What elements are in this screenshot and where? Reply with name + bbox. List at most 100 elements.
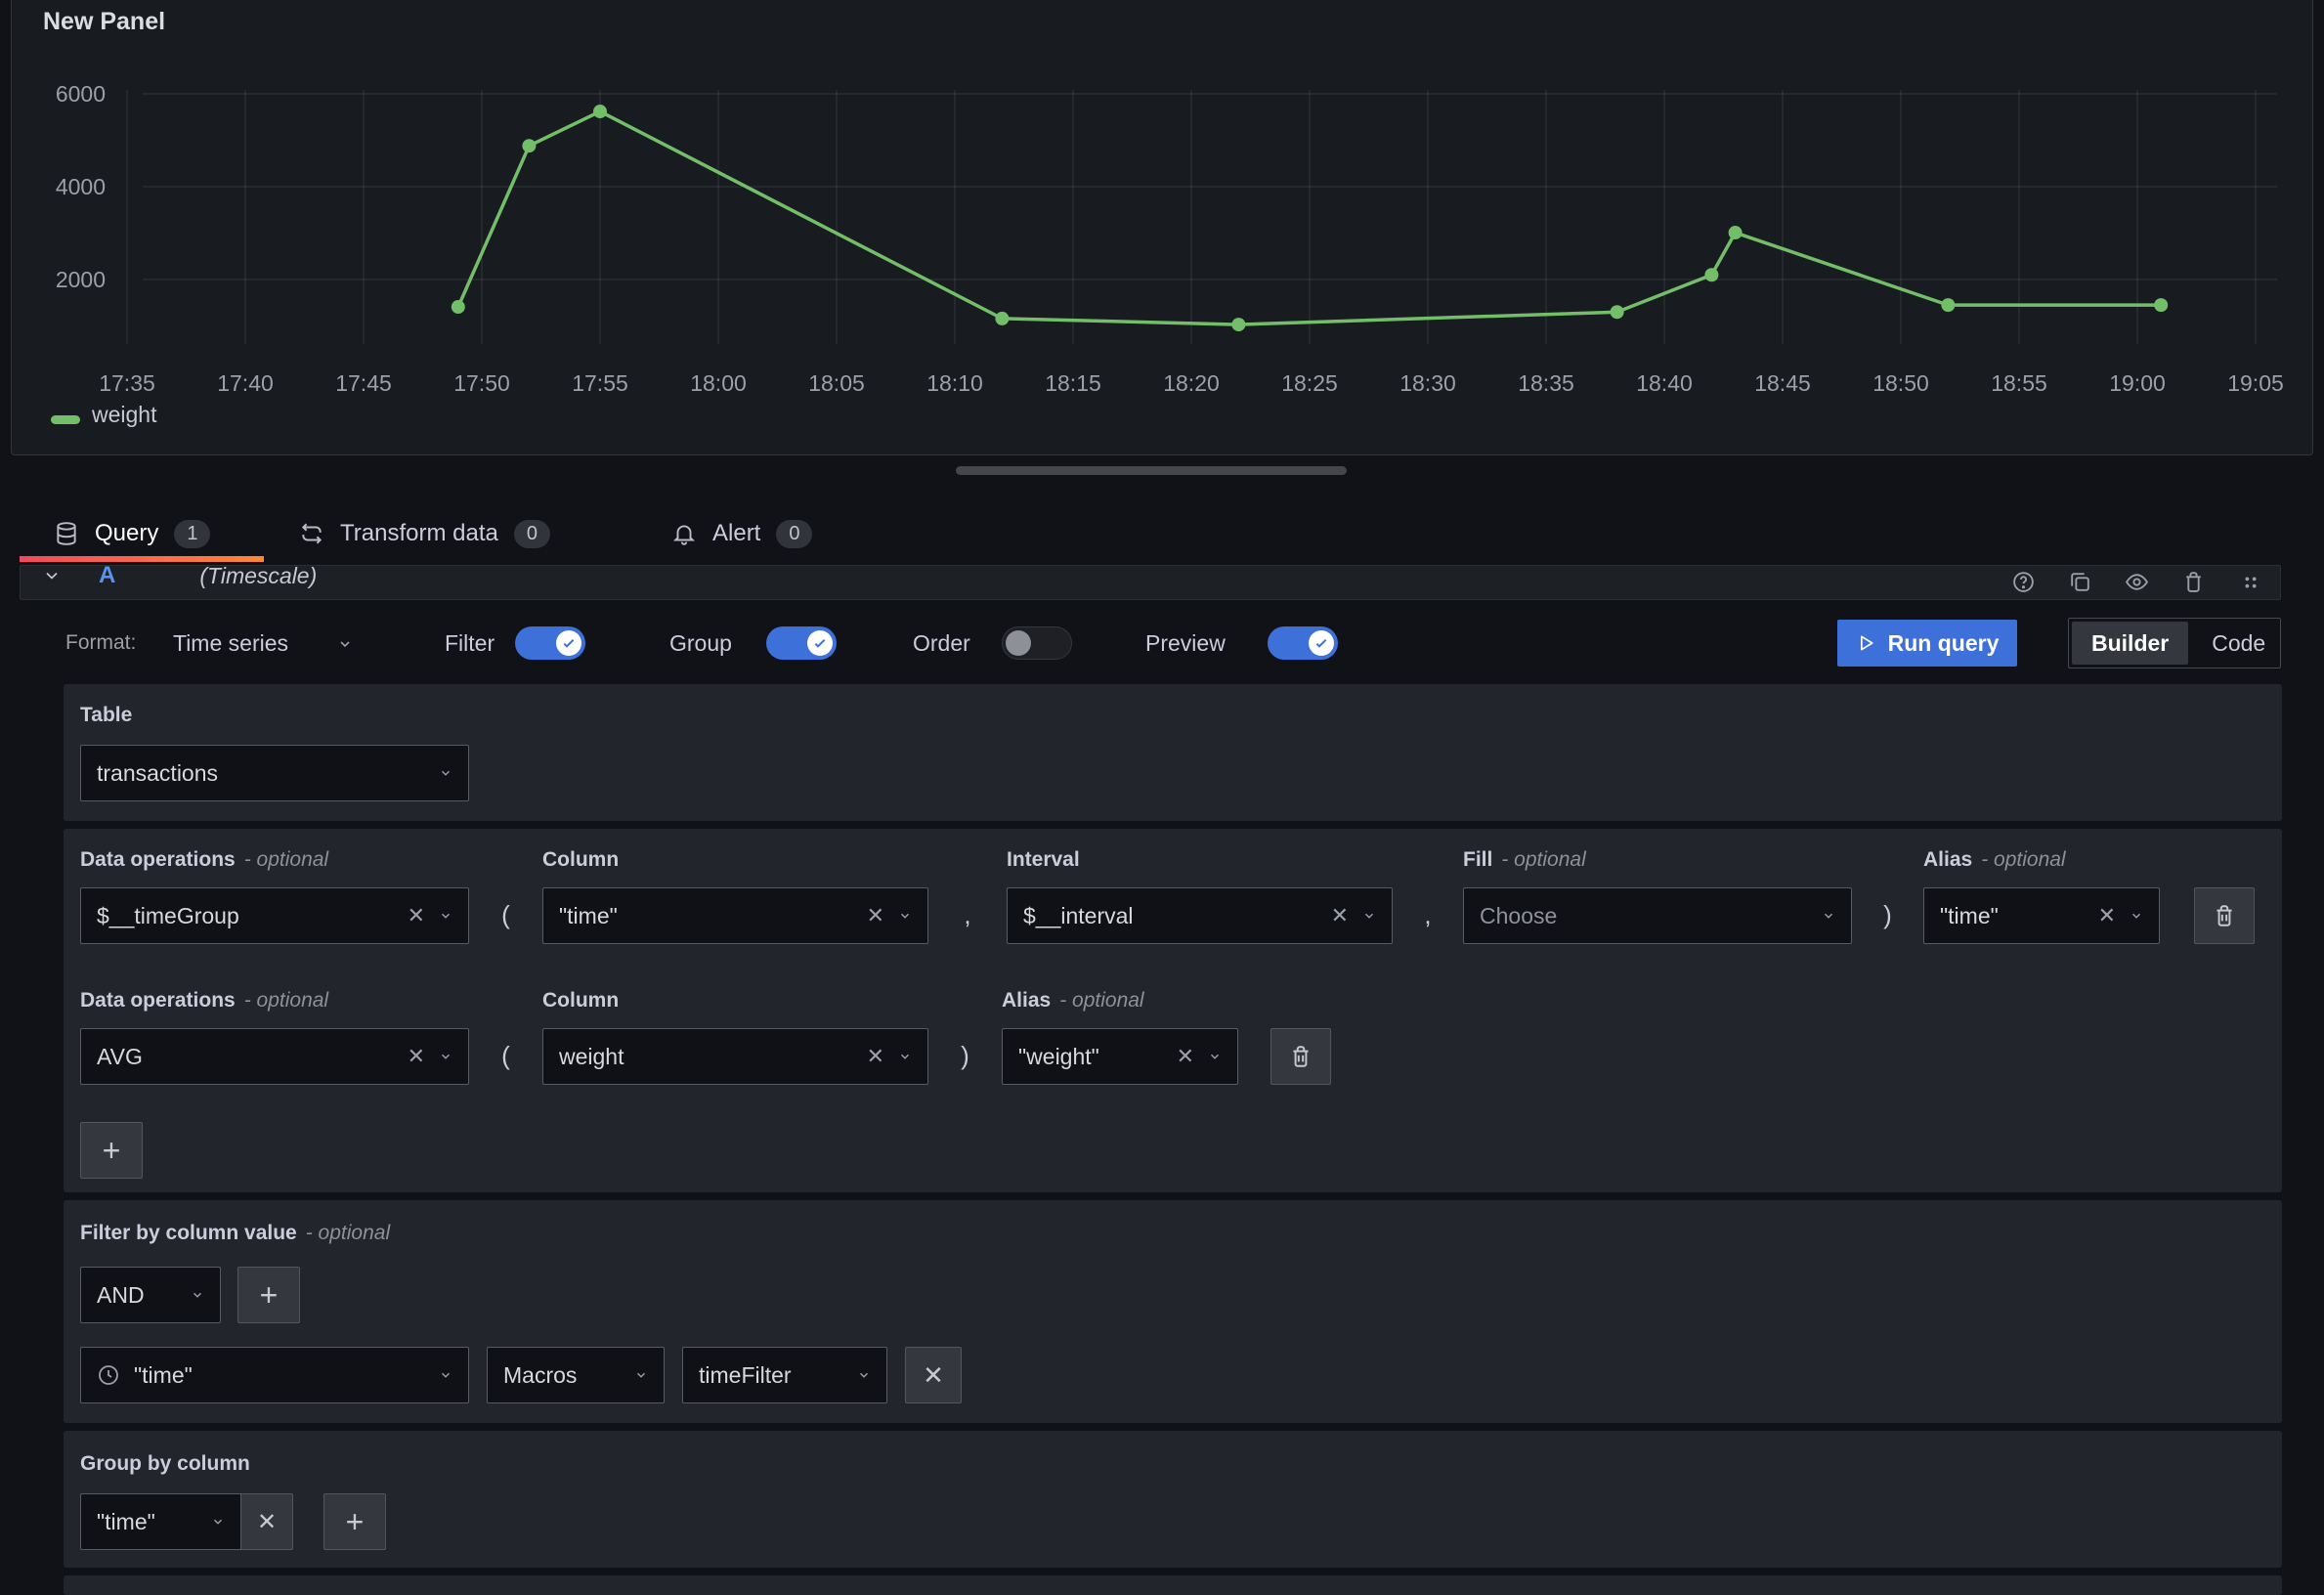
clear-icon[interactable]: ✕ — [867, 905, 884, 927]
clock-icon — [97, 1363, 120, 1387]
add-group-by-button[interactable]: + — [323, 1493, 386, 1550]
chevron-down-icon[interactable] — [857, 1368, 871, 1382]
filter-macros-value: Macros — [503, 1362, 621, 1389]
chevron-down-icon[interactable] — [2130, 909, 2143, 923]
remove-group-by-button[interactable]: ✕ — [241, 1493, 293, 1550]
weight-column-value: weight — [559, 1044, 853, 1070]
transform-icon — [299, 521, 324, 546]
format-value[interactable]: Time series — [173, 618, 288, 668]
filter-operator-value: AND — [97, 1282, 177, 1309]
optional-label: - optional — [244, 989, 328, 1013]
filter-operator-select[interactable]: AND — [80, 1267, 221, 1323]
optional-label: - optional — [1501, 848, 1585, 872]
collapse-chevron-icon[interactable] — [42, 566, 62, 585]
trash-icon — [1288, 1044, 1313, 1069]
chevron-down-icon[interactable] — [211, 1515, 225, 1529]
chevron-down-icon[interactable] — [634, 1368, 648, 1382]
tab-transform-data[interactable]: Transform data 0 — [299, 509, 550, 558]
mode-code-option[interactable]: Code — [2188, 630, 2289, 657]
remove-operation-button[interactable] — [1270, 1028, 1331, 1085]
optional-label: - optional — [1059, 989, 1143, 1013]
tab-query-label: Query — [95, 520, 158, 547]
comma: , — [1393, 887, 1463, 944]
clear-icon[interactable]: ✕ — [1177, 1046, 1194, 1067]
paren-close: ) — [928, 1028, 1002, 1085]
filter-field-select[interactable]: "time" — [80, 1347, 469, 1403]
weight-alias-select[interactable]: "weight" ✕ — [1002, 1028, 1238, 1085]
chevron-down-icon[interactable] — [439, 909, 452, 923]
filter-toggle[interactable] — [515, 626, 585, 660]
help-circle-icon[interactable] — [2011, 570, 2036, 594]
chart-panel — [11, 0, 2313, 455]
chevron-down-icon[interactable] — [1208, 1050, 1222, 1063]
data-operations-row-2: Data operations- optional AVG ✕ ( Column… — [80, 989, 2282, 1085]
horizontal-scrollbar-thumb[interactable] — [956, 466, 1347, 475]
clear-icon[interactable]: ✕ — [1331, 905, 1349, 927]
drag-handle-icon[interactable] — [2238, 570, 2262, 594]
chevron-down-icon[interactable] — [191, 1288, 204, 1302]
chevron-down-icon[interactable] — [1822, 909, 1835, 923]
duplicate-icon[interactable] — [2068, 570, 2092, 594]
add-filter-button[interactable]: + — [237, 1267, 300, 1323]
remove-operation-button[interactable] — [2194, 887, 2255, 944]
aggregate-function-select[interactable]: AVG ✕ — [80, 1028, 469, 1085]
filter-macro-value-select[interactable]: timeFilter — [682, 1347, 887, 1403]
tab-alert[interactable]: Alert 0 — [671, 509, 812, 558]
group-by-column-select[interactable]: "time" — [80, 1493, 241, 1550]
paren-open: ( — [469, 1028, 542, 1085]
filter-by-column-label: Filter by column value — [80, 1222, 297, 1245]
run-query-label: Run query — [1888, 630, 2000, 657]
editor-mode-switcher: Builder Code — [2068, 618, 2281, 668]
clear-icon[interactable]: ✕ — [408, 1046, 425, 1067]
database-icon — [54, 521, 79, 546]
table-select[interactable]: transactions — [80, 745, 469, 801]
chevron-down-icon[interactable] — [1362, 909, 1376, 923]
data-operations-label: Data operations — [80, 989, 236, 1013]
order-toggle-label: Order — [913, 618, 970, 668]
tab-query[interactable]: Query 1 — [54, 509, 210, 558]
preview-toggle-label: Preview — [1145, 618, 1226, 668]
legend-series-label[interactable]: weight — [92, 402, 156, 428]
query-row-header[interactable]: A (Timescale) — [20, 565, 2281, 600]
chevron-down-icon[interactable] — [898, 1050, 912, 1063]
time-group-function-select[interactable]: $__timeGroup ✕ — [80, 887, 469, 944]
close-icon: ✕ — [257, 1508, 277, 1536]
fill-placeholder: Choose — [1480, 903, 1808, 929]
chevron-down-icon[interactable] — [439, 1050, 452, 1063]
plus-icon: + — [260, 1279, 279, 1311]
tab-query-badge: 1 — [174, 520, 210, 548]
format-label: Format: — [65, 618, 136, 668]
run-query-button[interactable]: Run query — [1837, 620, 2017, 667]
chevron-down-icon[interactable] — [439, 1368, 452, 1382]
aggregate-function-value: AVG — [97, 1044, 394, 1070]
format-chevron-down-icon[interactable] — [337, 636, 353, 652]
clear-icon[interactable]: ✕ — [867, 1046, 884, 1067]
eye-icon[interactable] — [2125, 570, 2149, 594]
preview-toggle[interactable] — [1268, 626, 1338, 660]
remove-filter-button[interactable]: ✕ — [905, 1347, 962, 1403]
time-column-value: "time" — [559, 903, 853, 929]
time-alias-select[interactable]: "time" ✕ — [1923, 887, 2160, 944]
paren-open: ( — [469, 887, 542, 944]
chevron-down-icon[interactable] — [898, 909, 912, 923]
group-toggle[interactable] — [766, 626, 837, 660]
clear-icon[interactable]: ✕ — [408, 905, 425, 927]
plus-icon: + — [346, 1506, 365, 1537]
filter-macros-select[interactable]: Macros — [487, 1347, 665, 1403]
order-toggle[interactable] — [1002, 626, 1072, 660]
time-column-select[interactable]: "time" ✕ — [542, 887, 928, 944]
alias-label: Alias — [1923, 848, 1972, 872]
weight-column-select[interactable]: weight ✕ — [542, 1028, 928, 1085]
filter-field-value: "time" — [134, 1362, 425, 1389]
trash-icon[interactable] — [2181, 570, 2206, 594]
data-operations-card: Data operations - optional $__timeGroup ✕… — [64, 829, 2282, 1192]
play-icon — [1856, 633, 1875, 653]
fill-select[interactable]: Choose — [1463, 887, 1852, 944]
clear-icon[interactable]: ✕ — [2098, 905, 2116, 927]
interval-select[interactable]: $__interval ✕ — [1007, 887, 1393, 944]
tab-alert-label: Alert — [712, 520, 760, 547]
add-operation-button[interactable]: + — [80, 1122, 143, 1179]
mode-builder-option[interactable]: Builder — [2072, 622, 2188, 665]
data-operations-label: Data operations — [80, 848, 236, 872]
next-section-card — [64, 1575, 2282, 1595]
